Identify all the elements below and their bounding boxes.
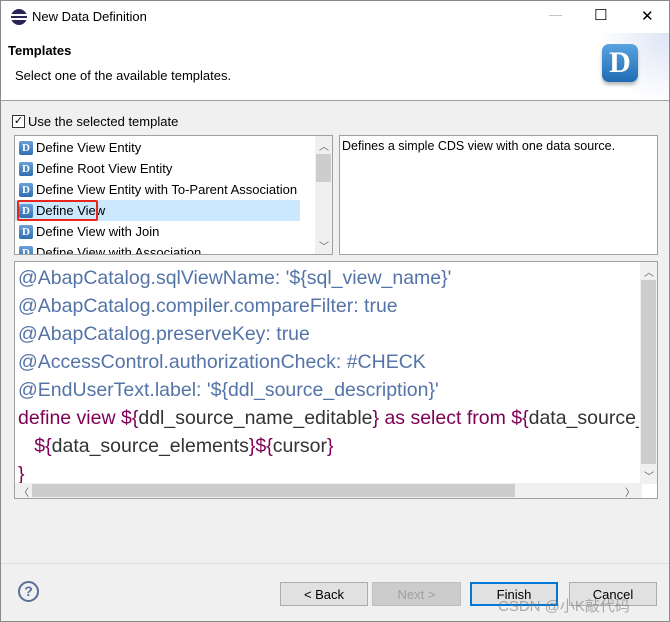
title-bar: New Data Definition — ☐ ✕ <box>1 1 669 33</box>
editor-vertical-scrollbar[interactable]: ︿ ﹀ <box>640 262 657 484</box>
code-line: @AbapCatalog.preserveKey: true <box>18 323 310 345</box>
ddl-template-icon: D <box>19 224 33 239</box>
scroll-thumb[interactable] <box>32 484 515 497</box>
wizard-header: Templates Select one of the available te… <box>1 33 669 101</box>
scroll-down-icon[interactable]: ﹀ <box>319 238 329 253</box>
list-item[interactable]: D Define View Entity with To-Parent Assoc… <box>15 179 332 200</box>
checkbox-checked-icon[interactable]: ✓ <box>12 115 25 128</box>
list-item[interactable]: D Define Root View Entity <box>15 158 332 179</box>
help-button[interactable]: ? <box>18 581 39 602</box>
close-button[interactable]: ✕ <box>641 7 654 25</box>
page-title: Templates <box>8 43 72 58</box>
template-preview-editor[interactable]: @AbapCatalog.sqlViewName: '${sql_view_na… <box>14 261 658 499</box>
scroll-thumb[interactable] <box>641 280 656 464</box>
scroll-right-icon[interactable]: 〉 <box>625 484 635 498</box>
list-scrollbar[interactable]: ︿ ﹀ <box>315 136 332 254</box>
code-line: ${data_source_elements}${cursor} <box>34 435 334 457</box>
scroll-up-icon[interactable]: ︿ <box>644 264 654 279</box>
scroll-up-icon[interactable]: ︿ <box>319 138 329 153</box>
template-list[interactable]: D Define View Entity D Define Root View En… <box>14 135 333 255</box>
ddl-template-icon: D <box>19 140 33 155</box>
editor-horizontal-scrollbar[interactable]: 〈 〉 <box>15 483 642 498</box>
watermark: CSDN @小K敲代码 <box>498 598 630 615</box>
scroll-thumb[interactable] <box>316 154 331 182</box>
code-line: @EndUserText.label: '${ddl_source_descri… <box>18 379 439 401</box>
template-description: Defines a simple CDS view with one data … <box>339 135 658 255</box>
list-item[interactable]: D Define View with Association <box>15 242 332 254</box>
button-separator <box>1 563 669 564</box>
use-template-label: Use the selected template <box>28 114 179 129</box>
ddl-template-icon: D <box>19 245 33 254</box>
window-title: New Data Definition <box>32 9 147 24</box>
code-line: define view ${ddl_source_name_editable} … <box>18 407 639 429</box>
code-line: @AbapCatalog.compiler.compareFilter: tru… <box>18 295 398 317</box>
next-button[interactable]: Next > <box>372 582 461 606</box>
back-button[interactable]: < Back <box>280 582 368 606</box>
maximize-button[interactable]: ☐ <box>594 6 607 24</box>
minimize-button[interactable]: — <box>549 7 562 22</box>
page-subtitle: Select one of the available templates. <box>15 68 232 83</box>
use-template-checkbox[interactable]: ✓ Use the selected template <box>12 114 178 129</box>
ddl-template-icon: D <box>19 182 33 197</box>
eclipse-icon <box>11 9 27 25</box>
list-item[interactable]: D Define View with Join <box>15 221 332 242</box>
ddl-template-icon: D <box>19 161 33 176</box>
scroll-left-icon[interactable]: 〈 <box>19 484 29 498</box>
ddl-logo-icon: D <box>602 44 638 82</box>
list-item-selected[interactable]: D Define View <box>15 200 300 221</box>
code-line: @AbapCatalog.sqlViewName: '${sql_view_na… <box>18 267 452 289</box>
code-line: @AccessControl.authorizationCheck: #CHEC… <box>18 351 426 373</box>
list-item[interactable]: D Define View Entity <box>15 137 332 158</box>
scroll-down-icon[interactable]: ﹀ <box>644 468 654 483</box>
